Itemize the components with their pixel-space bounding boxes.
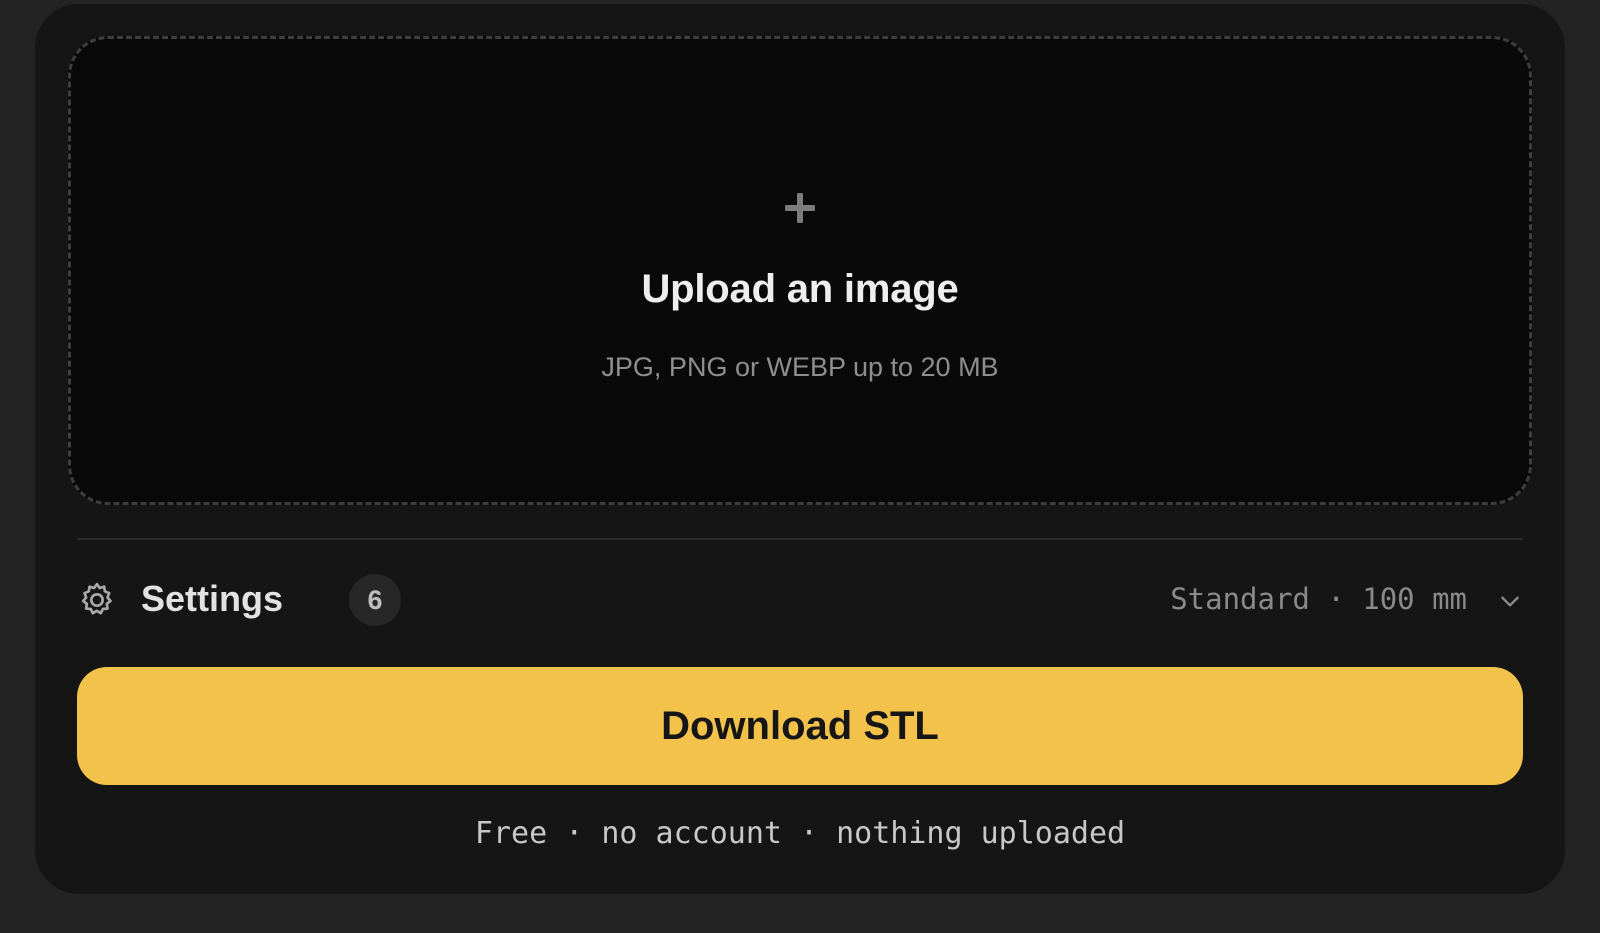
settings-label: Settings <box>141 578 284 619</box>
upload-title: Upload an image <box>641 267 959 311</box>
converter-card: Upload an image JPG, PNG or WEBP up to 2… <box>35 4 1565 894</box>
settings-summary: Standard · 100 mm <box>1170 582 1467 616</box>
divider <box>77 538 1523 540</box>
image-dropzone[interactable]: Upload an image JPG, PNG or WEBP up to 2… <box>68 36 1532 505</box>
plus-icon <box>785 193 815 223</box>
settings-toggle[interactable]: Settings 6 Standard · 100 mm <box>77 568 1523 632</box>
upload-hint: JPG, PNG or WEBP up to 20 MB <box>601 352 999 382</box>
chevron-down-icon <box>1501 596 1519 607</box>
footnote: Free · no account · nothing uploaded <box>474 816 1126 851</box>
download-stl-button[interactable]: Download STL <box>77 667 1523 785</box>
settings-count-badge: 6 <box>349 574 401 626</box>
gear-icon <box>81 582 112 615</box>
